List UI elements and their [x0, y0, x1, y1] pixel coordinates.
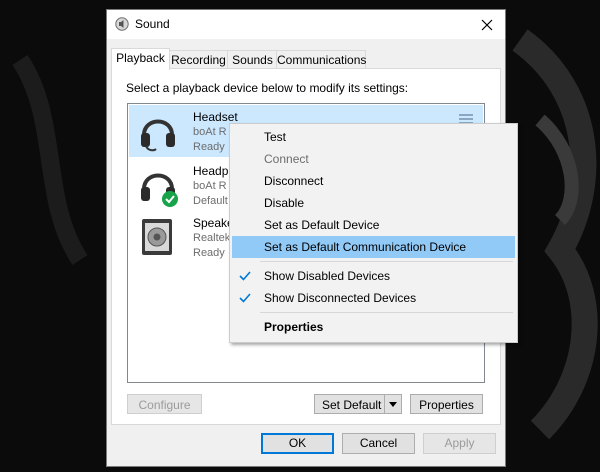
device-status: Default: [193, 195, 228, 207]
menu-item-connect[interactable]: Connect: [232, 148, 515, 170]
menu-item-show-disabled-devices[interactable]: Show Disabled Devices: [232, 265, 515, 287]
tab-communications[interactable]: Communications: [276, 50, 366, 69]
tab-sounds[interactable]: Sounds: [227, 50, 278, 69]
menu-separator: [260, 312, 513, 313]
close-button[interactable]: [469, 10, 505, 39]
menu-item-disconnect[interactable]: Disconnect: [232, 170, 515, 192]
ok-button[interactable]: OK: [261, 433, 334, 454]
menu-separator: [260, 261, 513, 262]
set-default-label: Set Default: [322, 398, 382, 412]
speaker-icon: [115, 17, 129, 31]
configure-button[interactable]: Configure: [127, 394, 202, 414]
checkmark-icon: [239, 293, 251, 303]
close-icon: [481, 19, 493, 30]
headset-icon: [141, 119, 175, 152]
headphones-default-icon: [141, 173, 178, 207]
set-default-button[interactable]: Set Default: [314, 394, 402, 414]
tab-playback[interactable]: Playback: [111, 48, 170, 70]
device-name: Speake: [193, 216, 234, 230]
speaker-device-icon: [142, 219, 172, 255]
device-name: Headpl: [193, 164, 232, 178]
tab-recording[interactable]: Recording: [168, 50, 229, 69]
menu-item-test[interactable]: Test: [232, 126, 515, 148]
window-title: Sound: [135, 17, 170, 31]
cancel-button[interactable]: Cancel: [342, 433, 415, 454]
title-bar[interactable]: Sound: [107, 10, 505, 39]
menu-item-disable[interactable]: Disable: [232, 192, 515, 214]
device-status: Ready: [193, 141, 225, 153]
menu-item-set-default-device[interactable]: Set as Default Device: [232, 214, 515, 236]
dropdown-arrow-icon: [389, 401, 397, 407]
checkmark-icon: [239, 271, 251, 281]
menu-item-properties[interactable]: Properties: [232, 316, 515, 338]
device-driver: boAt R: [193, 180, 227, 192]
device-driver: boAt R: [193, 126, 227, 138]
apply-button[interactable]: Apply: [423, 433, 496, 454]
set-default-dropdown[interactable]: [384, 395, 401, 413]
instruction-text: Select a playback device below to modify…: [126, 81, 409, 95]
properties-button[interactable]: Properties: [410, 394, 483, 414]
device-status: Ready: [193, 247, 225, 259]
device-context-menu: Test Connect Disconnect Disable Set as D…: [229, 123, 518, 343]
menu-item-set-default-communication-device[interactable]: Set as Default Communication Device: [232, 236, 515, 258]
device-driver: Realtek: [193, 232, 231, 244]
device-name: Headset: [193, 110, 238, 124]
menu-item-show-disconnected-devices[interactable]: Show Disconnected Devices: [232, 287, 515, 309]
